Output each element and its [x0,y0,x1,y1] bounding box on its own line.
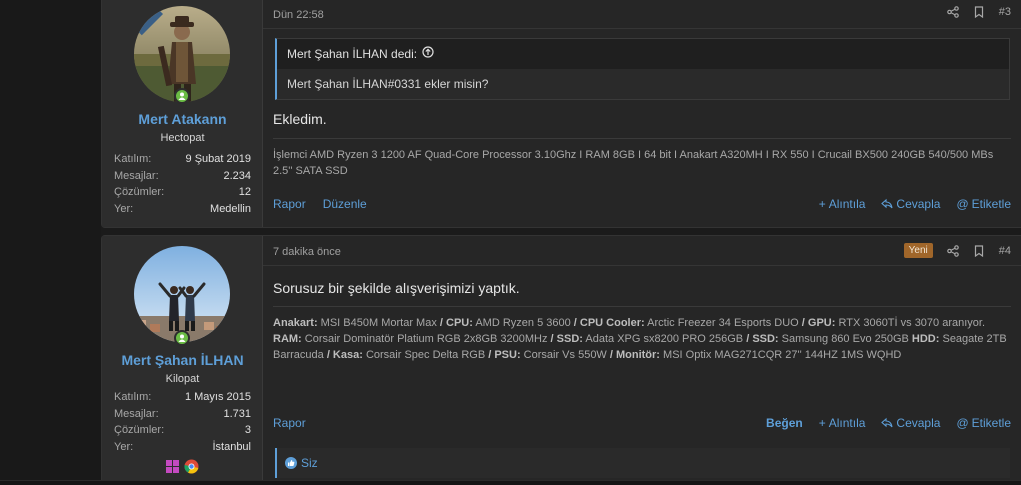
user-system-icons [165,459,199,474]
signature-key: / CPU: [439,317,473,329]
signature-key: / SSD: [550,333,583,345]
signature-key: Anakart: [273,317,318,329]
stat-location: Yer: Medellin [114,202,251,215]
post-header: Dün 22:58 #3 [263,0,1021,29]
post-date[interactable]: 7 dakika önce [273,246,341,258]
online-status-icon [174,88,190,104]
stat-solutions: Çözümler: 3 [114,424,251,436]
signature-value: AMD Ryzen 5 3600 [472,317,574,329]
stat-messages: Mesajlar: 2.234 [114,169,251,182]
signature-parts: Anakart: MSI B450M Mortar Max / CPU: AMD… [273,317,1007,361]
left-pane [0,0,101,485]
post-header: 7 dakika önce Yeni #4 [263,236,1021,266]
post-main: Dün 22:58 #3 Mert Şahan İLHAN dedi: Mert… [263,0,1021,227]
quote-header[interactable]: Mert Şahan İLHAN dedi: [277,39,1009,69]
tag-button[interactable]: @ Etiketle [956,197,1011,211]
signature-key: / GPU: [801,317,836,329]
user-title: Kilopat [165,373,200,385]
avatar[interactable] [134,246,230,342]
signature-value: RTX 3060Tİ vs 3070 aranıyor. [835,317,986,329]
like-button[interactable]: Beğen [763,416,803,430]
tag-button[interactable]: @ Etiketle [956,416,1011,430]
user-panel: Mert Şahan İLHAN Kilopat Katılım: 1 Mayıs… [102,236,263,481]
post-footer: Rapor Beğen + Alıntıla Cevapla @ Etiketle [273,413,1011,433]
bookmark-icon[interactable] [973,6,985,18]
post-main: 7 dakika önce Yeni #4 Sorusuz bir şekild… [263,236,1021,481]
bookmark-icon[interactable] [973,244,985,257]
report-link[interactable]: Rapor [273,416,306,430]
signature-key: / SSD: [746,333,779,345]
signature-value: Corsair Spec Delta RGB [362,349,489,361]
post-footer: Rapor Düzenle + Alıntıla Cevapla @ Etiketl… [273,194,1011,214]
signature-key: / Kasa: [326,349,363,361]
plus-icon: + [818,416,826,430]
signature-value: Adata XPG sx8200 PRO 256GB [582,333,747,345]
report-link[interactable]: Rapor [273,197,306,211]
new-badge: Yeni [903,243,933,258]
quote-author: Mert Şahan İLHAN dedi: [287,47,418,61]
thumbs-up-icon [285,457,297,469]
post-header-actions: Yeni #4 [903,243,1011,258]
stat-join: Katılım: 1 Mayıs 2015 [114,391,251,403]
online-status-icon [174,330,190,346]
signature-key: / CPU Cooler: [573,317,645,329]
reactions-list[interactable]: Siz [301,456,318,470]
reactions-bar[interactable]: Siz [275,448,1010,478]
signature-key: RAM: [273,333,302,345]
post-4: Mert Şahan İLHAN Kilopat Katılım: 1 Mayıs… [101,235,1021,482]
quote-button[interactable]: + Alıntıla [819,197,866,211]
username[interactable]: Mert Şahan İLHAN [102,352,263,368]
signature-value: Corsair Vs 550W [520,349,610,361]
edit-link[interactable]: Düzenle [323,197,367,211]
user-stats: Katılım: 9 Şubat 2019 Mesajlar: 2.234 Çözü… [114,151,251,217]
reply-button[interactable]: Cevapla [881,416,940,430]
post-number[interactable]: #3 [999,6,1011,18]
stat-join: Katılım: 9 Şubat 2019 [114,153,251,165]
post-header-actions: #3 [946,6,1011,18]
post-3: KS Mert Atakann Hectopat Katılım: 9 Şubat… [101,0,1021,228]
signature-value: Samsung 860 Evo 250GB [778,333,912,345]
post-signature: Anakart: MSI B450M Mortar Max / CPU: AMD… [273,306,1011,363]
quote-block: Mert Şahan İLHAN dedi: Mert Şahan İLHAN#… [275,38,1010,100]
post-message: Sorusuz bir şekilde alışverişimizi yaptı… [273,280,520,296]
plus-icon: + [818,197,826,211]
signature-value: MSI B450M Mortar Max [317,317,440,329]
reply-icon [881,417,893,428]
user-stats: Katılım: 1 Mayıs 2015 Mesajlar: 1.731 Çözü… [114,389,251,455]
stat-location: Yer: İstanbul [114,440,251,453]
share-icon[interactable] [946,244,959,257]
signature-key: HDD: [911,333,940,345]
quote-button[interactable]: + Alıntıla [819,416,866,430]
signature-value: Corsair Dominatör Platium RGB 2x8GB 3200… [301,333,551,345]
signature-value: MSI Optix MAG271CQR 27'' 144HZ 1MS WQHD [659,349,902,361]
share-icon[interactable] [946,6,959,18]
stat-messages: Mesajlar: 1.731 [114,407,251,420]
reply-button[interactable]: Cevapla [881,197,940,211]
reply-icon [881,198,893,209]
user-panel: KS Mert Atakann Hectopat Katılım: 9 Şubat… [102,0,263,227]
chrome-icon [184,459,199,474]
stat-solutions: Çözümler: 12 [114,186,251,198]
arrow-up-circle-icon[interactable] [422,39,434,69]
signature-key: / Monitör: [609,349,660,361]
username[interactable]: Mert Atakann [102,111,263,127]
at-icon: @ [956,416,969,430]
bottom-strip [0,480,1021,485]
signature-value: Arctic Freezer 34 Esports DUO [644,317,802,329]
quote-body: Mert Şahan İLHAN#0331 ekler misin? [287,77,489,91]
post-message: Ekledim. [273,111,327,127]
post-signature: İşlemci AMD Ryzen 3 1200 AF Quad-Core Pr… [273,138,1011,179]
post-number[interactable]: #4 [999,245,1011,257]
user-title: Hectopat [160,132,205,144]
post-date[interactable]: Dün 22:58 [273,9,324,21]
signature-key: / PSU: [488,349,521,361]
at-icon: @ [956,197,969,211]
windows-icon [165,459,180,474]
